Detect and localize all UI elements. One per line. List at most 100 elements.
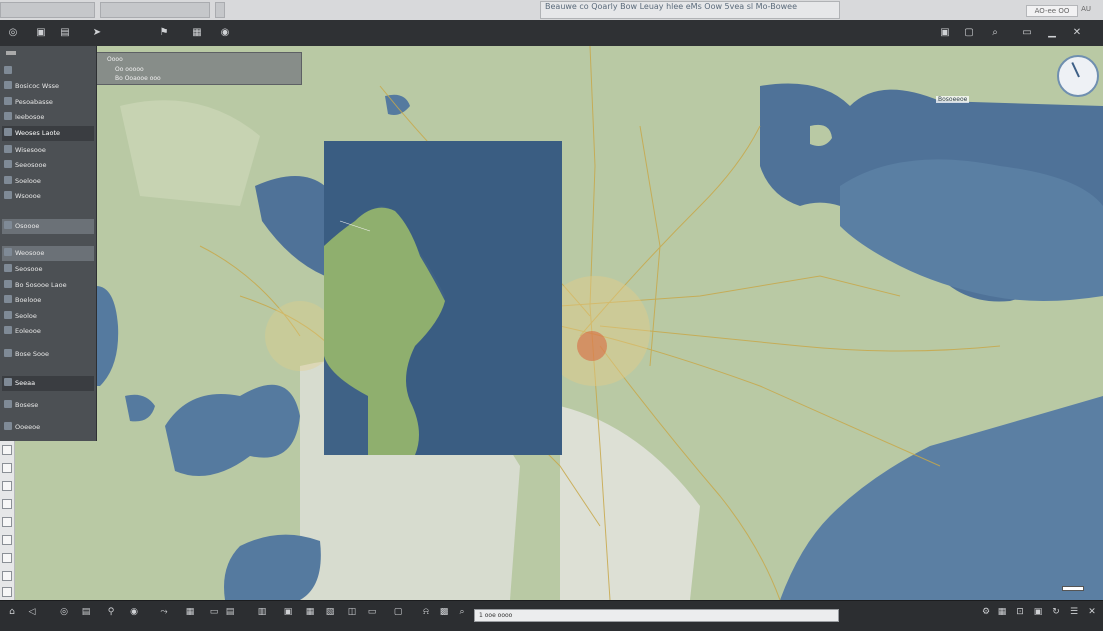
window-icon[interactable]: ▭: [1020, 26, 1034, 40]
sidebar-item-5[interactable]: Seeosooe: [2, 158, 94, 173]
chart-icon[interactable]: ▥: [256, 606, 268, 618]
erase-icon[interactable]: [2, 553, 12, 563]
grid-icon[interactable]: ▦: [190, 26, 204, 40]
sidebar-item-0[interactable]: Bosicoc Wsse: [2, 79, 94, 94]
sidebar-item-16[interactable]: Seeaa: [2, 376, 94, 391]
layer-icon: [4, 349, 12, 357]
tab-3[interactable]: [215, 2, 225, 18]
layer-icon: [4, 422, 12, 430]
circle-icon[interactable]: ◉: [218, 26, 232, 40]
sidebar-item-17[interactable]: Bosese: [2, 398, 94, 413]
sidebar-item-6[interactable]: Soelooe: [2, 174, 94, 189]
sync-icon[interactable]: ↻: [1050, 606, 1062, 618]
export-icon[interactable]: [2, 587, 12, 597]
coordinate-field[interactable]: 1 ooe oooo: [474, 609, 839, 622]
globe-icon[interactable]: ◎: [6, 26, 20, 40]
select-icon[interactable]: [2, 445, 12, 455]
camera-icon[interactable]: ▣: [282, 606, 294, 618]
image-icon[interactable]: ▦: [184, 606, 196, 618]
photo-icon[interactable]: ▧: [324, 606, 336, 618]
back-icon[interactable]: ◁: [26, 606, 38, 618]
close-icon[interactable]: ✕: [1086, 606, 1098, 618]
pin-icon[interactable]: ⚲: [105, 606, 117, 618]
layer-icon: [4, 176, 12, 184]
sidebar-item-1[interactable]: Pesoabasse: [2, 95, 94, 110]
layer-icon: [4, 81, 12, 89]
minimize-icon[interactable]: ▁: [1045, 26, 1059, 40]
home-icon[interactable]: ⌂: [6, 606, 18, 618]
layer-icon: [4, 191, 12, 199]
sidebar-item-2[interactable]: Ieebosoe: [2, 110, 94, 125]
route-icon[interactable]: ⤳: [158, 606, 170, 618]
layer-icon: [4, 160, 12, 168]
sidebar-item-15[interactable]: Bose Sooe: [2, 347, 94, 362]
bell-icon[interactable]: ⍾: [420, 606, 432, 618]
close-icon[interactable]: ✕: [1070, 26, 1084, 40]
pan-icon[interactable]: [2, 463, 12, 473]
card-icon[interactable]: ▭: [366, 606, 378, 618]
sidebar-top-row[interactable]: [2, 48, 94, 63]
scale-bar: [1062, 586, 1084, 591]
title-bar: Beauwe co Qoarly Bow Leuay hlee eMs Oow …: [0, 0, 1103, 20]
measure-icon[interactable]: [2, 499, 12, 509]
map-canvas[interactable]: Bosoeeoe: [0, 46, 1103, 600]
layer-icon: [4, 400, 12, 408]
search-icon[interactable]: ⌕: [456, 606, 468, 618]
zoom-icon[interactable]: [2, 481, 12, 491]
window-right-box[interactable]: AO-ee OO: [1026, 5, 1078, 17]
sidebar-item-7[interactable]: Wsoooe: [2, 189, 94, 204]
layer-icon: [4, 145, 12, 153]
layer-icon: [4, 326, 12, 334]
info-line-3: Bo Ooaooe ooo: [115, 75, 161, 82]
layer-icon: [4, 311, 12, 319]
square-icon[interactable]: ▢: [962, 26, 976, 40]
monitor-icon[interactable]: ▢: [392, 606, 404, 618]
sidebar-item-14[interactable]: Eoleooe: [2, 324, 94, 339]
edit-icon[interactable]: [2, 535, 12, 545]
draw-icon[interactable]: [2, 517, 12, 527]
window-title: Beauwe co Qoarly Bow Leuay hlee eMs Oow …: [540, 1, 840, 19]
layer-icon: [4, 280, 12, 288]
globe-icon[interactable]: ◎: [58, 606, 70, 618]
grid-small-icon[interactable]: ▩: [438, 606, 450, 618]
layers-icon[interactable]: ▤: [80, 606, 92, 618]
sidebar-item-13[interactable]: Seoloe: [2, 309, 94, 324]
ruler-icon[interactable]: ◫: [346, 606, 358, 618]
save-icon[interactable]: ▣: [1032, 606, 1044, 618]
lock-icon[interactable]: ⊡: [1014, 606, 1026, 618]
info-line-2: Oo ooooo: [115, 66, 144, 73]
tab-2[interactable]: [100, 2, 210, 18]
square-icon[interactable]: ▣: [34, 26, 48, 40]
settings-icon[interactable]: ⚙: [980, 606, 992, 618]
sidebar-row[interactable]: [2, 64, 94, 79]
urban-core: [577, 331, 607, 361]
flag-icon[interactable]: ⚑: [157, 26, 171, 40]
sidebar-item-3[interactable]: Weoses Laote: [2, 126, 94, 141]
menu-icon[interactable]: ☰: [1068, 606, 1080, 618]
layer-icon: [4, 112, 12, 120]
grid-icon[interactable]: ▦: [996, 606, 1008, 618]
sidebar-item-9[interactable]: Weosooe: [2, 246, 94, 261]
target-icon[interactable]: ◉: [128, 606, 140, 618]
map-label: Bosoeeoe: [936, 96, 970, 103]
square-icon[interactable]: ▣: [938, 26, 952, 40]
folder-icon: [4, 378, 12, 386]
layer-icon: [4, 264, 12, 272]
tab-1[interactable]: [0, 2, 95, 18]
sidebar-item-18[interactable]: Ooeeoe: [2, 420, 94, 435]
sidebar-item-12[interactable]: Boelooe: [2, 293, 94, 308]
sidebar-item-10[interactable]: Seosooe: [2, 262, 94, 277]
sidebar-item-8[interactable]: Osoooe: [2, 219, 94, 234]
grid-icon[interactable]: ▦: [304, 606, 316, 618]
layer-sidebar: Bosicoc Wsse Pesoabasse Ieebosoe Weoses …: [0, 46, 97, 441]
gear-icon: [4, 128, 12, 136]
search-icon[interactable]: ⌕: [988, 26, 1002, 40]
arrow-icon[interactable]: ➤: [90, 26, 104, 40]
folder-icon[interactable]: ▭: [208, 606, 220, 618]
compass-icon[interactable]: [1057, 55, 1099, 97]
print-icon[interactable]: [2, 571, 12, 581]
table-icon[interactable]: ▤: [224, 606, 236, 618]
sidebar-item-11[interactable]: Bo Sosooe Laoe: [2, 278, 94, 293]
sidebar-item-4[interactable]: Wisesooe: [2, 143, 94, 158]
layers-icon[interactable]: ▤: [58, 26, 72, 40]
